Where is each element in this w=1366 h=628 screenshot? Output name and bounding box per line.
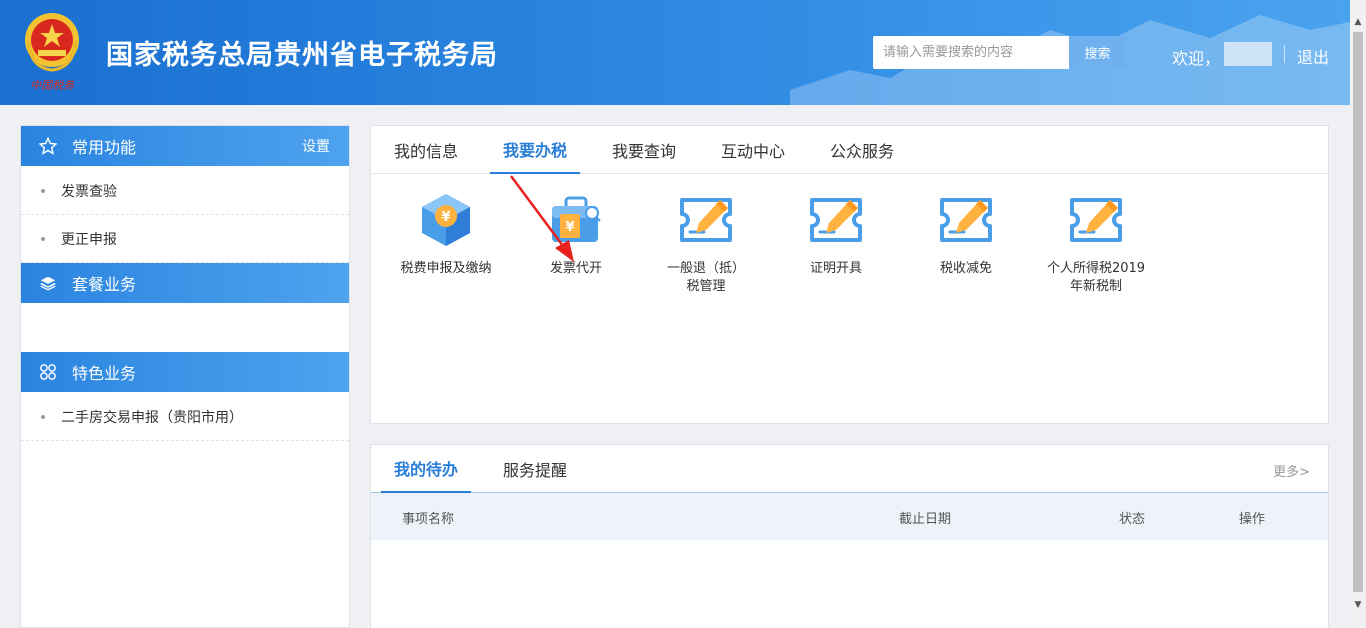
func-personal-income-tax[interactable]: 个人所得税2019年新税制: [1036, 190, 1156, 296]
more-link[interactable]: 更多>: [1273, 461, 1310, 480]
tab-interaction[interactable]: 互动中心: [708, 126, 798, 174]
func-tax-declaration[interactable]: ¥ 税费申报及缴纳: [386, 190, 506, 278]
sidebar-section-title: 套餐业务: [72, 275, 137, 294]
func-invoice-issuance[interactable]: ¥ 发票代开: [516, 190, 636, 278]
tab-my-todo[interactable]: 我的待办: [381, 445, 471, 493]
sidebar-item-label: 发票查验: [61, 183, 117, 200]
svg-text:¥: ¥: [441, 210, 450, 225]
star-icon: [38, 136, 58, 156]
func-certificate[interactable]: 证明开具: [776, 190, 896, 278]
sidebar-section-title: 常用功能: [72, 138, 137, 157]
invoice-bag-icon: ¥: [552, 196, 601, 242]
sidebar-item-invoice-check[interactable]: 发票查验: [21, 167, 349, 215]
search-input[interactable]: [873, 36, 1069, 69]
main-tabs: 我的信息 我要办税 我要查询 互动中心 公众服务: [371, 126, 1328, 174]
column-header-status: 状态: [1119, 512, 1146, 527]
svg-text:¥: ¥: [565, 220, 574, 235]
func-label: 证明开具: [809, 261, 862, 276]
bullet-icon: [41, 236, 45, 241]
search-button[interactable]: 搜索: [1069, 36, 1126, 69]
tab-query[interactable]: 我要查询: [599, 126, 689, 174]
func-label: 税费申报及缴纳: [400, 261, 492, 276]
func-label: 发票代开: [549, 261, 602, 276]
sidebar-header-special[interactable]: 特色业务: [21, 352, 349, 392]
logout-link[interactable]: 退出: [1297, 44, 1329, 68]
sidebar-item-second-hand-house[interactable]: 二手房交易申报（贵阳市用）: [21, 393, 349, 441]
edit-ticket-icon: [940, 198, 992, 242]
bullet-icon: [41, 188, 45, 193]
func-tax-exemption[interactable]: 税收减免: [906, 190, 1026, 278]
func-label: 一般退（抵）税管理: [666, 261, 745, 294]
scroll-thumb[interactable]: [1353, 32, 1363, 592]
sidebar: 常用功能 设置 发票查验 更正申报 套餐业务 特色业务 二手房交易申报（贵阳市用…: [20, 125, 350, 628]
site-header: 中国税务 国家税务总局贵州省电子税务局 搜索 欢迎， 退出: [0, 0, 1350, 105]
tab-public-service[interactable]: 公众服务: [817, 126, 907, 174]
scroll-up-icon[interactable]: ▲: [1350, 14, 1366, 30]
sidebar-item-correction-report[interactable]: 更正申报: [21, 215, 349, 263]
username-masked: [1224, 42, 1272, 66]
sidebar-section-title: 特色业务: [72, 364, 137, 383]
edit-ticket-icon: [680, 198, 732, 242]
func-label: 税收减免: [939, 261, 992, 276]
tab-my-info[interactable]: 我的信息: [381, 126, 471, 174]
column-header-action: 操作: [1239, 512, 1266, 527]
page-scrollbar[interactable]: ▲ ▼: [1350, 0, 1366, 628]
grid-icon: [38, 362, 58, 382]
tab-tax-handling[interactable]: 我要办税: [490, 126, 580, 174]
layers-icon: [38, 273, 58, 293]
tax-services-panel: 我的信息 我要办税 我要查询 互动中心 公众服务 ¥ 税费申报及缴纳 ¥ 发票代…: [370, 125, 1329, 424]
sidebar-item-label: 二手房交易申报（贵阳市用）: [61, 409, 243, 426]
func-tax-refund[interactable]: 一般退（抵）税管理: [646, 190, 766, 296]
tax-box-icon: ¥: [422, 194, 470, 246]
column-header-deadline: 截止日期: [899, 512, 952, 527]
tab-service-reminder[interactable]: 服务提醒: [490, 445, 580, 493]
welcome-text: 欢迎，: [1172, 49, 1221, 68]
todo-table-header: 事项名称 截止日期 状态 操作: [371, 493, 1328, 540]
sidebar-item-label: 更正申报: [61, 231, 117, 248]
sidebar-header-common[interactable]: 常用功能 设置: [21, 126, 349, 166]
column-header-item: 事项名称: [402, 512, 455, 527]
settings-link[interactable]: 设置: [302, 136, 330, 156]
tax-emblem-icon: 中国税务: [25, 13, 79, 92]
header-divider: [1284, 45, 1285, 63]
bullet-icon: [41, 414, 45, 419]
func-label: 个人所得税2019年新税制: [1046, 261, 1146, 294]
todo-tabs: 我的待办 服务提醒 更多>: [371, 445, 1328, 493]
site-title: 国家税务总局贵州省电子税务局: [106, 40, 498, 71]
edit-ticket-icon: [810, 198, 862, 242]
todo-panel: 我的待办 服务提醒 更多> 事项名称 截止日期 状态 操作: [370, 444, 1329, 628]
scroll-down-icon[interactable]: ▼: [1350, 597, 1366, 613]
edit-ticket-icon: [1070, 198, 1122, 242]
svg-text:中国税务: 中国税务: [30, 79, 75, 92]
sidebar-header-package[interactable]: 套餐业务: [21, 263, 349, 303]
